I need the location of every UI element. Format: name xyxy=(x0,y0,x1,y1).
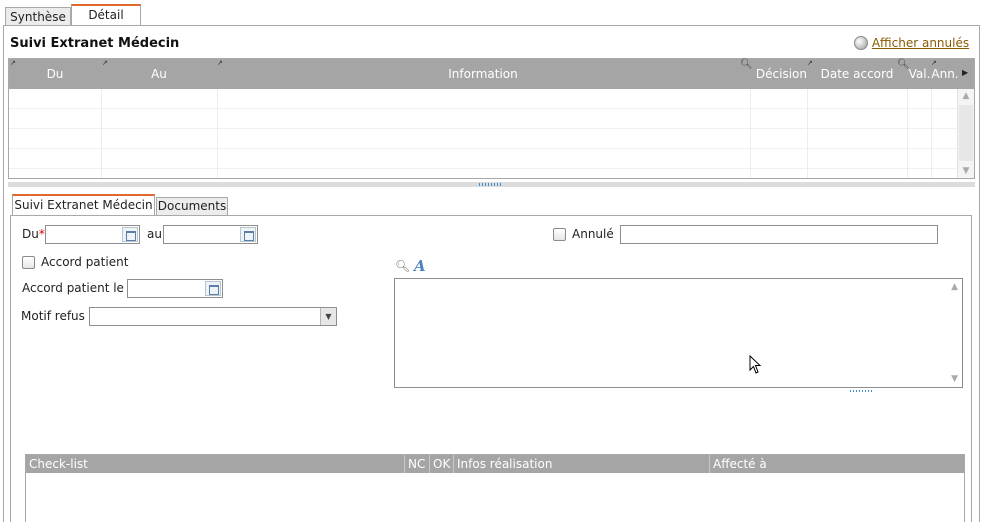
col-val-label: Val. xyxy=(908,67,931,81)
panel-splitter[interactable] xyxy=(8,182,975,187)
col-decision[interactable]: Décision xyxy=(750,59,807,89)
col-val[interactable]: Val. xyxy=(907,59,932,89)
accord-patient-label: Accord patient xyxy=(41,255,129,269)
col-date-accord[interactable]: Date accord xyxy=(807,59,907,89)
subtab-suivi-label: Suivi Extranet Médecin xyxy=(14,198,153,212)
col-information[interactable]: Information xyxy=(217,59,749,89)
scroll-up-icon[interactable]: ▲ xyxy=(958,91,974,101)
subtab-suivi[interactable]: Suivi Extranet Médecin xyxy=(12,194,155,216)
column-divider xyxy=(101,89,102,178)
annule-field[interactable] xyxy=(620,225,938,244)
accord-patient-checkbox[interactable] xyxy=(22,256,35,269)
au-label: au xyxy=(147,227,162,241)
col-checklist-label: Check-list xyxy=(29,457,88,471)
annule-checkbox[interactable] xyxy=(553,228,566,241)
chevron-down-icon[interactable]: ▼ xyxy=(320,308,336,325)
col-du[interactable]: Du xyxy=(9,59,101,89)
show-cancelled-toggle[interactable]: Afficher annulés xyxy=(854,36,969,52)
calendar-icon[interactable] xyxy=(240,227,256,242)
suivi-grid: ↗ Du ↗ Au ↗ Information 🔍︎ ↗ Décision Da… xyxy=(8,58,975,179)
col-affecte[interactable]: Affecté à xyxy=(710,455,964,473)
cursor-icon xyxy=(749,355,762,374)
col-nc[interactable]: NC xyxy=(405,455,430,473)
show-cancelled-link[interactable]: Afficher annulés xyxy=(872,36,969,50)
toggle-icon xyxy=(854,36,868,50)
accord-patient-le-label: Accord patient le xyxy=(22,281,124,295)
du-date-field[interactable] xyxy=(45,225,140,244)
column-divider xyxy=(907,89,908,178)
table-row[interactable] xyxy=(9,129,957,149)
grid-scrollbar[interactable]: ▲ ▼ xyxy=(957,89,974,178)
search-icon[interactable]: 🔍︎ xyxy=(395,259,410,273)
col-checklist[interactable]: Check-list xyxy=(26,455,405,473)
subtab-documents-label: Documents xyxy=(157,199,227,213)
tab-synthese[interactable]: Synthèse xyxy=(5,7,71,27)
column-menu-icon[interactable]: ▶ xyxy=(962,68,968,77)
column-divider xyxy=(931,89,932,178)
grid-header: ↗ Du ↗ Au ↗ Information 🔍︎ ↗ Décision Da… xyxy=(9,59,974,89)
du-label-text: Du xyxy=(22,227,39,241)
col-du-label: Du xyxy=(46,67,64,81)
calendar-icon[interactable] xyxy=(205,281,221,296)
table-row[interactable] xyxy=(9,109,957,129)
table-row[interactable] xyxy=(9,149,957,169)
comment-textarea[interactable]: ▲ ▼ xyxy=(394,278,963,388)
checklist-header: Check-list NC OK Infos réalisation Affec… xyxy=(26,455,964,473)
motif-refus-select[interactable]: ▼ xyxy=(89,307,337,326)
table-row[interactable] xyxy=(9,89,957,109)
col-ann[interactable]: Ann. xyxy=(931,59,959,89)
column-divider xyxy=(217,89,218,178)
scroll-up-icon[interactable]: ▲ xyxy=(951,282,958,292)
annule-label: Annulé xyxy=(572,227,614,241)
calendar-icon[interactable] xyxy=(122,227,138,242)
section-title: Suivi Extranet Médecin xyxy=(10,36,180,51)
checklist-grid: Check-list NC OK Infos réalisation Affec… xyxy=(25,454,965,522)
subtab-documents[interactable]: Documents xyxy=(156,197,228,215)
col-infos-realisation[interactable]: Infos réalisation xyxy=(454,455,710,473)
col-au-label: Au xyxy=(151,67,167,81)
motif-refus-label: Motif refus xyxy=(21,309,85,323)
column-divider xyxy=(750,89,751,178)
col-nc-label: NC xyxy=(408,457,426,471)
font-style-icon[interactable]: A xyxy=(414,257,426,275)
scroll-down-icon[interactable]: ▼ xyxy=(958,166,974,176)
col-ok-label: OK xyxy=(433,457,451,471)
scroll-down-icon[interactable]: ▼ xyxy=(951,374,958,384)
accord-patient-date-field[interactable] xyxy=(127,279,223,298)
col-infos-realisation-label: Infos réalisation xyxy=(457,457,553,471)
resize-grip[interactable] xyxy=(850,390,874,392)
splitter-grip[interactable] xyxy=(479,183,501,186)
col-affecte-label: Affecté à xyxy=(713,457,767,471)
column-divider xyxy=(807,89,808,178)
col-ann-label: Ann. xyxy=(931,67,959,81)
col-date-accord-label: Date accord xyxy=(820,67,894,81)
au-date-field[interactable] xyxy=(163,225,258,244)
tab-detail-label: Détail xyxy=(88,8,124,22)
scroll-thumb[interactable] xyxy=(959,105,973,161)
tab-synthese-label: Synthèse xyxy=(10,10,66,24)
col-au[interactable]: Au xyxy=(101,59,217,89)
col-decision-label: Décision xyxy=(755,67,807,81)
du-label: Du* xyxy=(22,227,45,241)
tab-detail[interactable]: Détail xyxy=(71,4,141,27)
col-information-label: Information xyxy=(448,67,518,81)
col-ok[interactable]: OK xyxy=(430,455,454,473)
required-mark: * xyxy=(38,227,45,241)
